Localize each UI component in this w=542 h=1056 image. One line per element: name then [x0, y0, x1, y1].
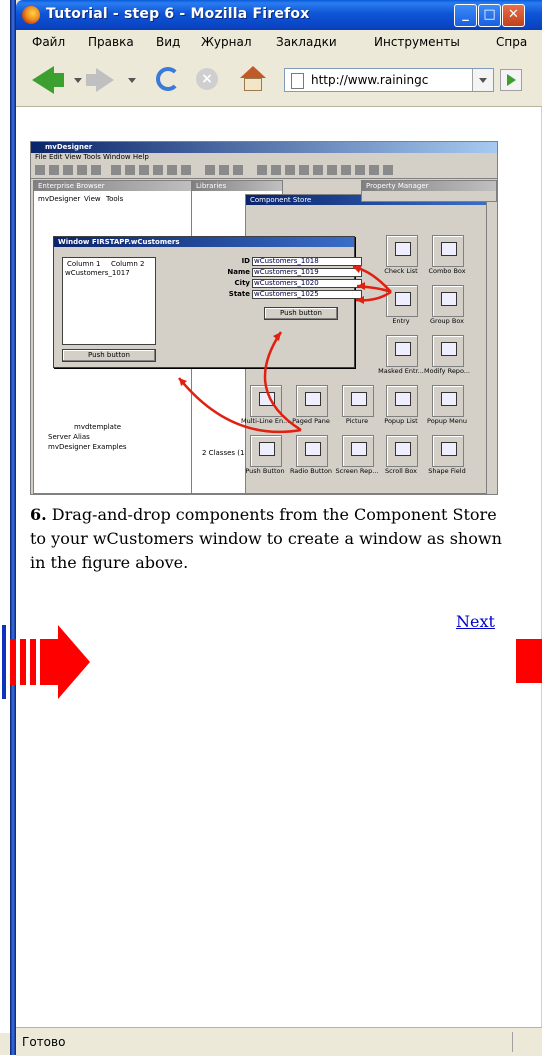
- maximize-button[interactable]: □: [478, 4, 501, 27]
- menu-file[interactable]: Файл: [32, 35, 65, 49]
- menu-help[interactable]: Спра: [496, 35, 527, 49]
- back-button[interactable]: [50, 73, 64, 87]
- forward-history-dropdown-icon[interactable]: [128, 78, 136, 83]
- step-text: Drag-and-drop components from the Compon…: [30, 505, 502, 572]
- home-roof: [240, 66, 266, 78]
- url-input[interactable]: http://www.rainingc: [311, 73, 461, 87]
- menu-edit[interactable]: Правка: [88, 35, 134, 49]
- navigation-toolbar: × http://www.rainingc: [16, 54, 542, 107]
- menu-bookmarks[interactable]: Закладки: [276, 35, 337, 49]
- page-content: mvDesigner File Edit View Tools Window H…: [2, 107, 542, 1027]
- status-text: Готово: [22, 1035, 66, 1049]
- url-dropdown-button[interactable]: [472, 69, 493, 91]
- minimize-button[interactable]: _: [454, 4, 477, 27]
- red-arrow-icon: [2, 625, 90, 699]
- window-title: Tutorial - step 6 - Mozilla Firefox: [46, 6, 310, 22]
- back-history-dropdown-icon[interactable]: [74, 78, 82, 83]
- chevron-down-icon: [479, 78, 487, 83]
- next-link[interactable]: Next: [456, 612, 495, 631]
- browser-window: Tutorial - step 6 - Mozilla Firefox _ □ …: [2, 0, 542, 1056]
- step-number: 6.: [30, 505, 47, 524]
- go-arrow-icon: [507, 74, 516, 86]
- status-separator: [512, 1032, 513, 1052]
- page-icon: [291, 73, 304, 89]
- step-caption: 6. Drag-and-drop components from the Com…: [30, 503, 510, 575]
- annotation-arrows: [178, 265, 392, 434]
- home-icon[interactable]: [240, 66, 266, 92]
- url-bar[interactable]: http://www.rainingc: [284, 68, 494, 92]
- menu-history[interactable]: Журнал: [201, 35, 252, 49]
- tutorial-screenshot: mvDesigner File Edit View Tools Window H…: [30, 141, 498, 495]
- status-bar: Готово: [16, 1027, 542, 1056]
- forward-arrow-icon[interactable]: [96, 68, 114, 92]
- background-window-statusbar: [0, 1033, 10, 1055]
- menu-tools[interactable]: Инструменты: [374, 35, 460, 49]
- stop-icon[interactable]: ×: [196, 68, 218, 90]
- menu-view[interactable]: Вид: [156, 35, 180, 49]
- home-body: [244, 78, 262, 91]
- reload-icon[interactable]: [156, 67, 180, 91]
- menu-bar: Файл Правка Вид Журнал Закладки Инструме…: [16, 30, 542, 54]
- go-button[interactable]: [500, 69, 522, 91]
- red-arrow-right-icon: [516, 639, 542, 683]
- firefox-icon: [22, 6, 40, 24]
- title-bar[interactable]: Tutorial - step 6 - Mozilla Firefox _ □ …: [16, 0, 542, 30]
- close-button[interactable]: ✕: [502, 4, 525, 27]
- background-window-edge: [0, 0, 16, 1055]
